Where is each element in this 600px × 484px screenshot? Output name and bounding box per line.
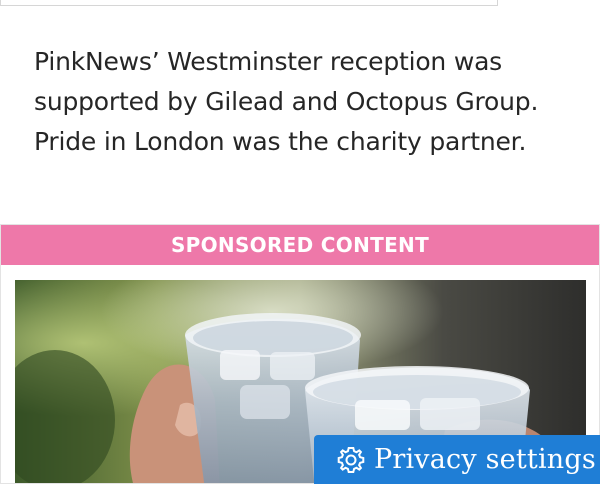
privacy-settings-button[interactable]: Privacy settings	[314, 435, 600, 484]
article-caption: PinkNews’ Westminster reception was supp…	[34, 47, 539, 156]
previous-embed-frame	[0, 0, 498, 6]
gear-icon	[336, 445, 366, 475]
sponsored-content-header: SPONSORED CONTENT	[1, 225, 599, 265]
privacy-settings-label: Privacy settings	[374, 444, 596, 475]
